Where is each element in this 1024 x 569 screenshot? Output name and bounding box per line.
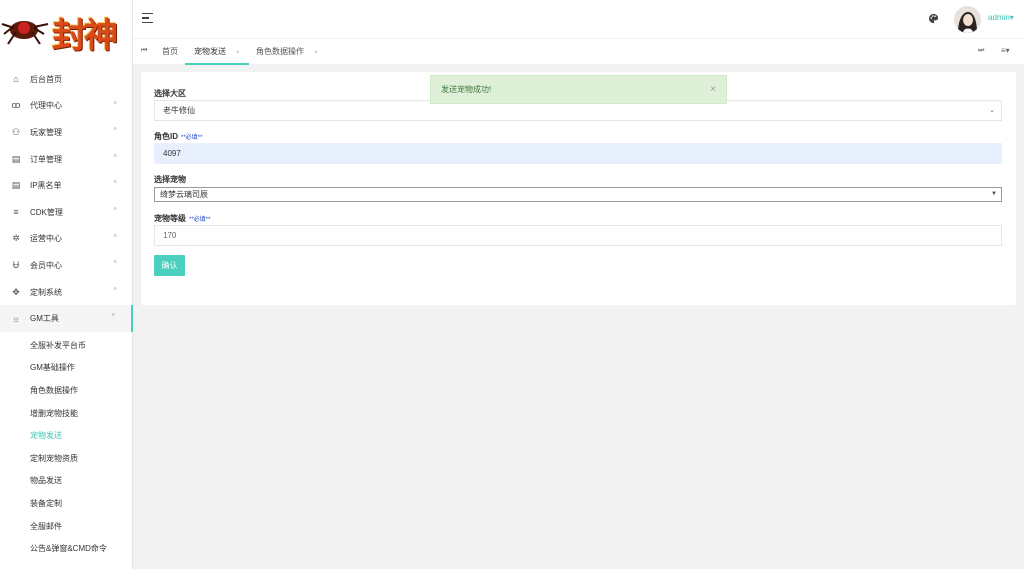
sidebar-item-icon: ▤ bbox=[11, 153, 21, 164]
caret-down-icon: ▾ bbox=[1009, 13, 1014, 22]
tab-role-data[interactable]: 角色数据操作 × bbox=[256, 39, 318, 65]
pet-select[interactable]: 绮梦云璃司辰 ▼ bbox=[154, 187, 1002, 202]
sidebar-item-icon: ✥ bbox=[12, 286, 20, 297]
user-menu[interactable]: admin▾ bbox=[988, 13, 1014, 22]
sidebar-item[interactable]: ≡ CDK管理 ˄ bbox=[0, 199, 133, 226]
toast-message: 发送宠物成功! bbox=[441, 85, 492, 94]
sidebar-item-icon: ☼ bbox=[11, 313, 21, 324]
close-icon[interactable]: × bbox=[710, 76, 716, 104]
pet-send-form: 选择大区 老牛修仙 ⌄ 角色ID **必填** 4097 选择宠物 绮梦云璃司辰 … bbox=[141, 72, 1016, 305]
sidebar-subitem[interactable]: 定制宠物资质 bbox=[0, 447, 133, 470]
pet-value: 绮梦云璃司辰 bbox=[160, 190, 208, 199]
expand-arrow-icon: ˄ bbox=[113, 127, 117, 134]
sidebar-item[interactable]: ✲ 运营中心 ˄ bbox=[0, 226, 133, 253]
palette-icon[interactable] bbox=[928, 13, 939, 24]
sidebar-subitem[interactable]: 全服邮件 bbox=[0, 515, 133, 538]
required-tag: **必填** bbox=[181, 135, 203, 141]
tab-close-icon[interactable]: × bbox=[236, 50, 240, 56]
expand-arrow-icon: ˄ bbox=[113, 286, 117, 293]
sidebar-item[interactable]: ▤ 订单管理 ˄ bbox=[0, 146, 133, 173]
sidebar-item-icon: ≡ bbox=[13, 207, 19, 218]
sidebar-item-label: 后台首页 bbox=[30, 74, 62, 84]
pet-level-input[interactable]: 170 bbox=[154, 225, 1002, 246]
sidebar-item-label: 会员中心 bbox=[30, 260, 62, 270]
tab-scroll-right-icon[interactable]: ⏭ bbox=[978, 47, 984, 55]
sidebar-item-label: 玩家管理 bbox=[30, 127, 62, 137]
success-toast: 发送宠物成功! × bbox=[430, 75, 727, 104]
sidebar-item-label: 运营中心 bbox=[30, 234, 62, 244]
user-name: admin bbox=[988, 13, 1010, 22]
sidebar-menu: ⌂ 后台首页 ꝏ 代理中心 ˄ ⚇ 玩家管理 ˄ ▤ 订单管理 ˄ ▤ IP黑名单 ˄ ≡ CDK管理 ˄ ✲ 运营… bbox=[0, 66, 133, 332]
top-header: admin▾ bbox=[133, 0, 1024, 38]
logo[interactable]: 封神 bbox=[0, 0, 132, 60]
sidebar-item[interactable]: ⌂ 后台首页 bbox=[0, 66, 133, 93]
pet-level-value: 170 bbox=[163, 231, 177, 240]
sidebar-item[interactable]: ✥ 定制系统 ˄ bbox=[0, 279, 133, 306]
sidebar-item-icon: ⌂ bbox=[13, 74, 19, 85]
expand-arrow-icon: ˄ bbox=[113, 100, 117, 107]
sidebar-item-label: 代理中心 bbox=[30, 101, 62, 111]
pet-label: 选择宠物 bbox=[154, 175, 186, 184]
sidebar-item-icon: Ʉ bbox=[12, 260, 20, 271]
tab-home[interactable]: 首页 bbox=[162, 39, 178, 65]
sidebar-item[interactable]: ☼ GM工具 ˅ bbox=[0, 305, 133, 332]
tab-pet-send[interactable]: 宠物发送 × bbox=[185, 39, 249, 65]
sidebar-subitem[interactable]: 全服补发平台币 bbox=[0, 334, 133, 357]
expand-arrow-icon: ˄ bbox=[113, 153, 117, 160]
sidebar-item-label: GM工具 bbox=[30, 314, 59, 324]
sidebar-subitem[interactable]: GM基础操作 bbox=[0, 357, 133, 380]
sidebar-subitem[interactable]: 角色数据操作 bbox=[0, 379, 133, 402]
expand-arrow-icon: ˄ bbox=[113, 260, 117, 267]
sidebar-item[interactable]: ⚇ 玩家管理 ˄ bbox=[0, 119, 133, 146]
sidebar-item-icon: ▤ bbox=[11, 180, 21, 191]
dropdown-arrow-icon: ▼ bbox=[991, 191, 997, 197]
role-id-input[interactable]: 4097 bbox=[154, 143, 1002, 164]
expand-arrow-icon: ˅ bbox=[111, 313, 115, 320]
tab-label: 角色数据操作 bbox=[256, 47, 304, 56]
spider-emblem-icon bbox=[1, 21, 49, 45]
sidebar-item-icon: ⚇ bbox=[11, 126, 21, 137]
sidebar-item-label: CDK管理 bbox=[30, 207, 63, 217]
tab-bar: ⏮ 首页 宠物发送 × 角色数据操作 × ⏭ ≡▾ bbox=[133, 38, 1024, 65]
sidebar-item-icon: ꝏ bbox=[11, 100, 21, 111]
sidebar-item[interactable]: Ʉ 会员中心 ˄ bbox=[0, 252, 133, 279]
sidebar-submenu-gm: 全服补发平台币 GM基础操作 角色数据操作 增删宠物技能 宠物发送 定制宠物资质 物品发送装… bbox=[0, 334, 133, 560]
logo-text: 封神 bbox=[52, 16, 118, 56]
sidebar-item[interactable]: ꝏ 代理中心 ˄ bbox=[0, 93, 133, 120]
sidebar-subitem[interactable]: 宠物发送 bbox=[0, 424, 133, 447]
tab-close-icon[interactable]: × bbox=[314, 50, 318, 56]
sidebar-item-label: 定制系统 bbox=[30, 287, 62, 297]
tab-options-icon[interactable]: ≡▾ bbox=[1001, 46, 1010, 55]
sidebar-item-icon: ✲ bbox=[12, 233, 20, 244]
sidebar-item-label: 订单管理 bbox=[30, 154, 62, 164]
expand-arrow-icon: ˄ bbox=[113, 206, 117, 213]
pet-level-label-text: 宠物等级 bbox=[154, 214, 186, 223]
confirm-button[interactable]: 确认 bbox=[154, 255, 185, 276]
region-value: 老牛修仙 bbox=[163, 106, 195, 115]
chevron-down-icon: ⌄ bbox=[989, 107, 995, 114]
tab-label: 首页 bbox=[162, 47, 178, 56]
sidebar-subitem[interactable]: 公告&弹窗&CMD命令 bbox=[0, 537, 133, 560]
user-avatar[interactable] bbox=[954, 6, 981, 33]
required-tag: **必填** bbox=[189, 217, 211, 223]
role-id-label: 角色ID **必填** bbox=[154, 131, 202, 142]
role-id-label-text: 角色ID bbox=[154, 132, 178, 141]
sidebar-item-label: IP黑名单 bbox=[30, 181, 62, 191]
pet-level-label: 宠物等级 **必填** bbox=[154, 213, 210, 224]
sidebar-subitem[interactable]: 物品发送 bbox=[0, 470, 133, 493]
expand-arrow-icon: ˄ bbox=[113, 233, 117, 240]
tab-label: 宠物发送 bbox=[194, 47, 226, 56]
menu-toggle-icon[interactable] bbox=[142, 13, 153, 24]
sidebar-subitem[interactable]: 增删宠物技能 bbox=[0, 402, 133, 425]
sidebar-subitem[interactable]: 装备定制 bbox=[0, 492, 133, 515]
role-id-value: 4097 bbox=[163, 149, 181, 158]
sidebar-item[interactable]: ▤ IP黑名单 ˄ bbox=[0, 172, 133, 199]
sidebar: 封神 ⌂ 后台首页 ꝏ 代理中心 ˄ ⚇ 玩家管理 ˄ ▤ 订单管理 ˄ ▤ IP黑名单 ˄ ≡ CDK管理 ˄… bbox=[0, 0, 133, 569]
region-label: 选择大区 bbox=[154, 89, 186, 98]
tab-scroll-left-icon[interactable]: ⏮ bbox=[141, 47, 147, 55]
expand-arrow-icon: ˄ bbox=[113, 180, 117, 187]
